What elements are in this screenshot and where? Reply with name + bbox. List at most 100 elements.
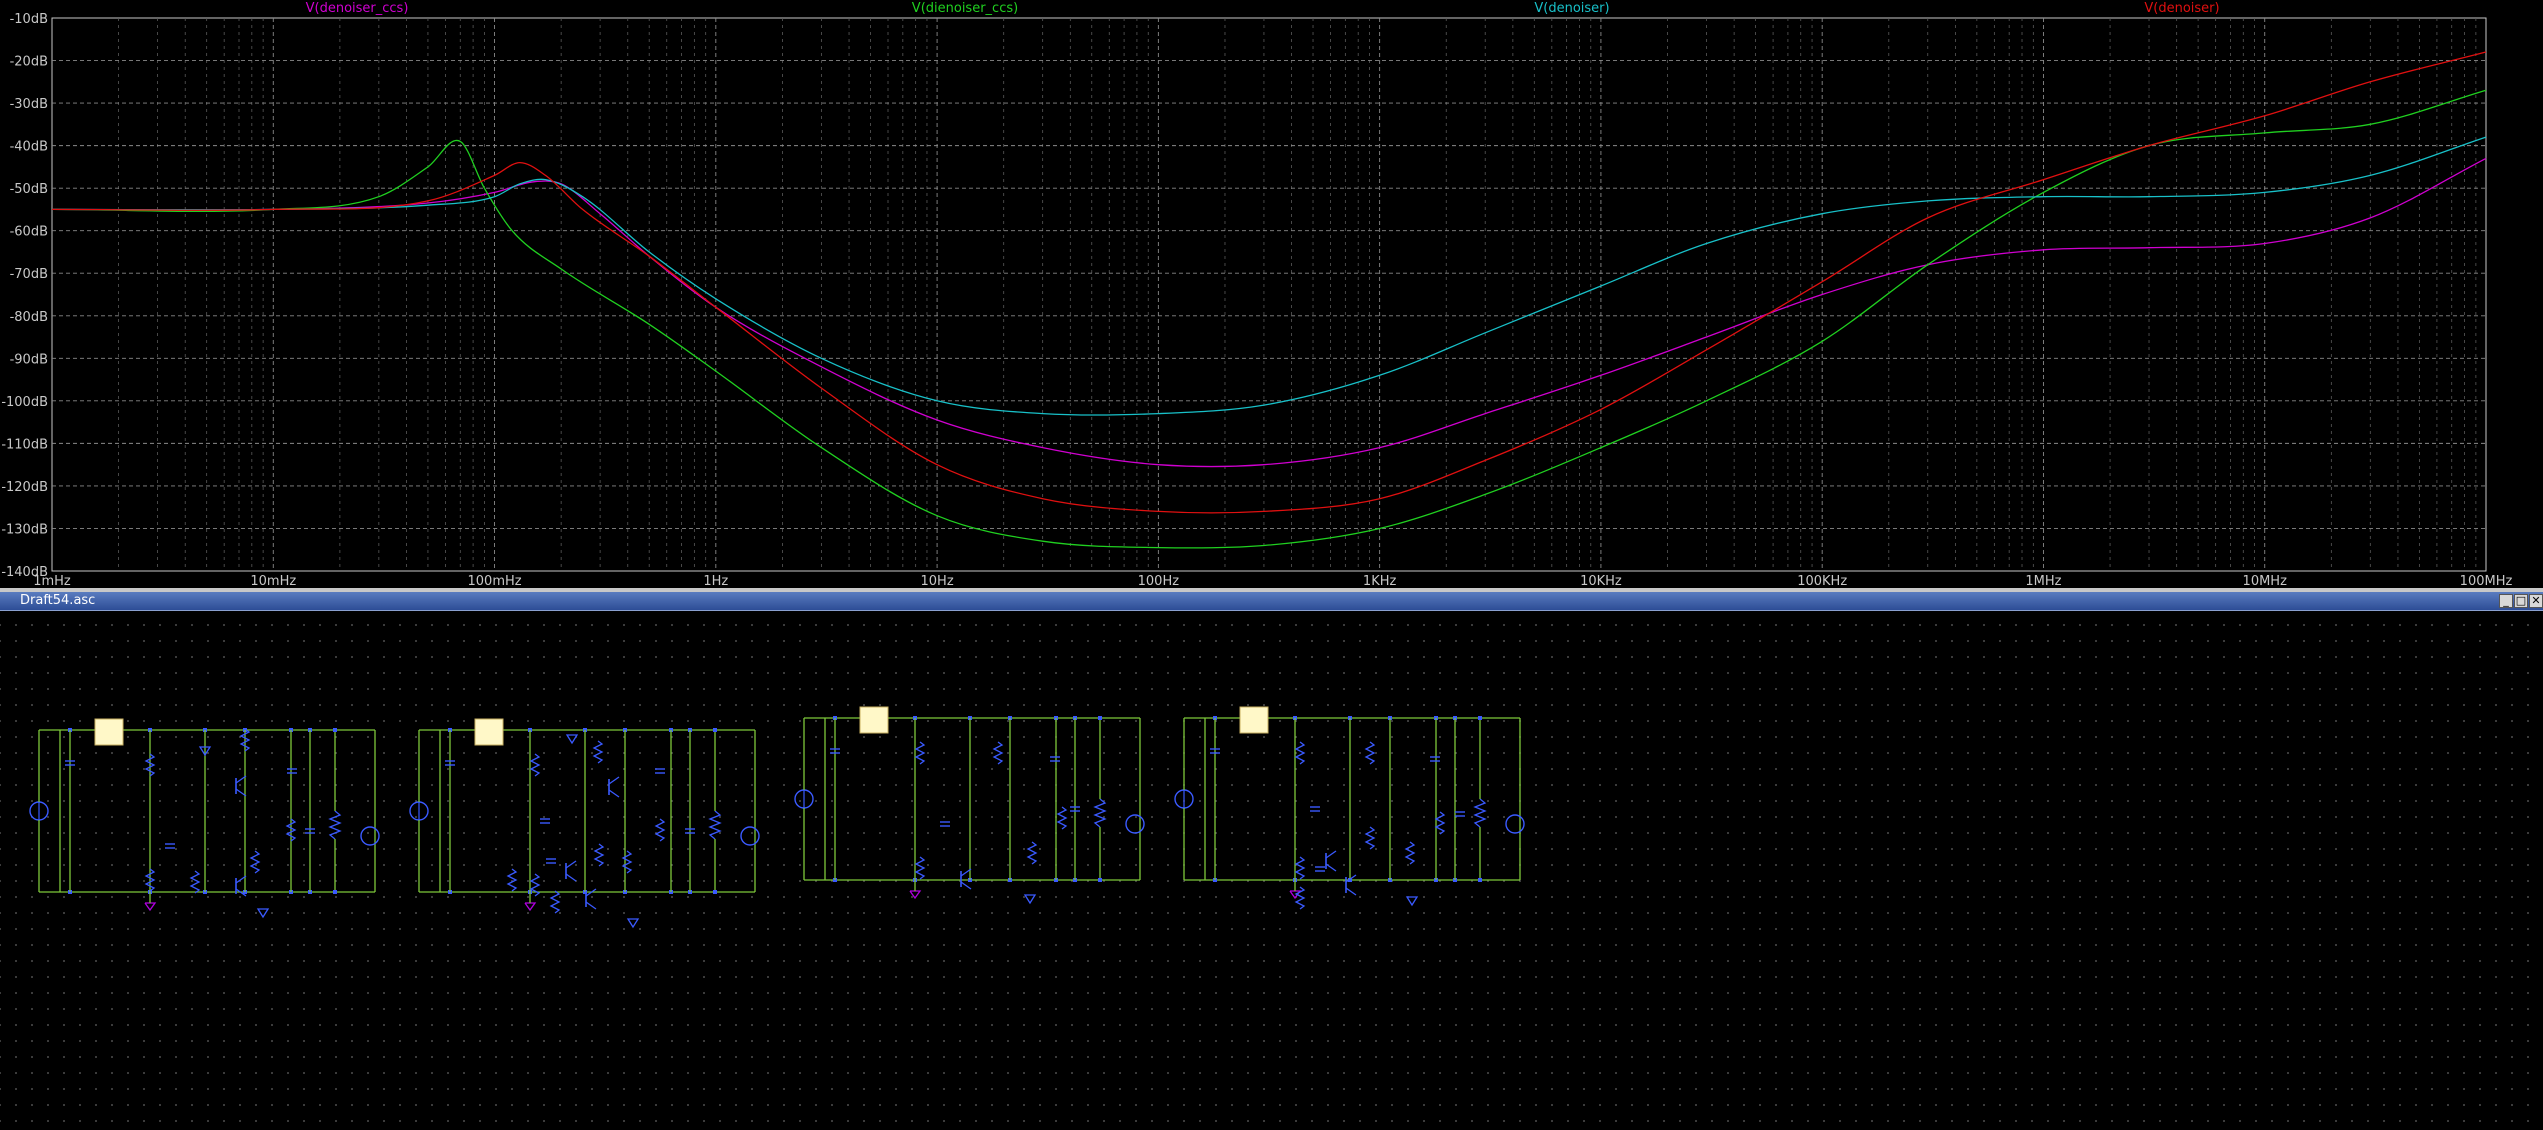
regulator-block <box>859 706 889 734</box>
y-tick-label: -110dB <box>1 437 48 452</box>
diode-symbol <box>1405 896 1419 907</box>
close-button[interactable]: ✕ <box>2529 594 2543 608</box>
x-tick-label: 1MHz <box>2025 574 2061 588</box>
resistor-symbol <box>529 753 541 777</box>
junction <box>713 728 717 732</box>
transistor-symbol <box>960 881 972 890</box>
resistor-symbol <box>1294 741 1306 765</box>
transistor-symbol <box>565 873 577 882</box>
circuit-4 <box>1174 706 1525 910</box>
x-tick-label: 10MHz <box>2243 574 2288 588</box>
legend-entry: V(denoiser) <box>1534 1 1609 16</box>
y-tick-label: -60dB <box>10 225 48 240</box>
schematic-window[interactable]: Draft54.asc _ □ ✕ <box>0 592 2543 1126</box>
current-source-symbol <box>360 826 380 846</box>
y-tick-label: -50dB <box>10 182 48 197</box>
x-tick-label: 100KHz <box>1797 574 1847 588</box>
resistor-symbol <box>621 850 633 874</box>
junction <box>1478 716 1482 720</box>
maximize-button[interactable]: □ <box>2514 594 2528 608</box>
y-tick-label: -130dB <box>1 522 48 537</box>
resistor-symbol <box>1093 798 1107 828</box>
resistor-symbol <box>249 850 261 874</box>
transistor-symbol <box>1345 887 1357 896</box>
y-tick-label: -90dB <box>10 352 48 367</box>
x-tick-label: 10KHz <box>1580 574 1622 588</box>
circuit-2 <box>409 718 760 929</box>
x-tick-label: 100MHz <box>2460 574 2513 588</box>
x-tick-label: 100Hz <box>1138 574 1180 588</box>
plot-frame <box>51 17 2487 572</box>
resistor-symbol <box>1056 806 1068 830</box>
bode-plot[interactable]: 1mHz 10mHz 100mHz 1Hz 10Hz 100Hz 1KHz 10KHz 100K… <box>0 0 2543 588</box>
x-tick-label: 10Hz <box>921 574 954 588</box>
x-tick-label: 10mHz <box>250 574 296 588</box>
resistor-symbol <box>654 818 666 842</box>
ground-symbol <box>524 902 537 912</box>
regulator-block <box>1239 706 1269 734</box>
ground-symbol <box>909 890 922 900</box>
junction <box>1478 878 1482 882</box>
minimize-button[interactable]: _ <box>2499 594 2513 608</box>
y-tick-label: -100dB <box>1 395 48 410</box>
resistor-symbol <box>506 868 518 892</box>
current-source-symbol <box>1125 814 1145 834</box>
schematic-titlebar[interactable]: Draft54.asc _ □ ✕ <box>0 592 2543 611</box>
current-source-symbol <box>740 826 760 846</box>
transistor-symbol <box>608 789 620 798</box>
current-source-symbol <box>1505 814 1525 834</box>
junction <box>1098 878 1102 882</box>
resistor-symbol <box>708 810 722 840</box>
schematic-drawing[interactable] <box>0 611 2543 1126</box>
circuit-1 <box>29 718 380 919</box>
diode-symbol <box>626 918 640 929</box>
y-tick-label: -20dB <box>10 55 48 70</box>
junction <box>333 890 337 894</box>
legend-entry: V(denoiser_ccs) <box>306 1 409 16</box>
resistor-symbol <box>1434 811 1446 835</box>
transistor-symbol <box>585 901 597 910</box>
transistor-symbol <box>608 776 620 785</box>
x-tick-label: 100mHz <box>468 574 522 588</box>
regulator-block <box>94 718 124 746</box>
y-tick-label: -70dB <box>10 267 48 282</box>
resistor-symbol <box>1026 841 1038 865</box>
resistor-symbol <box>529 873 541 897</box>
transistor-symbol <box>1325 863 1337 872</box>
transistor-symbol <box>1325 850 1337 859</box>
schematic-canvas[interactable] <box>0 611 2543 1126</box>
transistor-symbol <box>565 860 577 869</box>
resistor-symbol <box>1364 826 1376 850</box>
resistor-symbol <box>1364 741 1376 765</box>
waveform-plot-pane[interactable]: 1mHz 10mHz 100mHz 1Hz 10Hz 100Hz 1KHz 10KHz 100K… <box>0 0 2543 588</box>
y-tick-label: -10dB <box>10 12 48 27</box>
resistor-symbol <box>592 740 604 764</box>
diode-symbol <box>565 734 579 745</box>
resistor-symbol <box>914 741 926 765</box>
diode-symbol <box>256 908 270 919</box>
resistor-symbol <box>992 741 1004 765</box>
resistor-symbol <box>1294 886 1306 910</box>
y-tick-label: -30dB <box>10 97 48 112</box>
resistor-symbol <box>1473 798 1487 828</box>
diode-symbol <box>1023 894 1037 905</box>
y-tick-label: -40dB <box>10 140 48 155</box>
x-tick-label: 1Hz <box>703 574 728 588</box>
legend-entry: V(dienoiser_ccs) <box>912 1 1018 16</box>
resistor-symbol <box>328 810 342 840</box>
regulator-block <box>474 718 504 746</box>
junction <box>333 728 337 732</box>
resistor-symbol <box>189 870 201 894</box>
circuit-3 <box>794 706 1145 905</box>
x-tick-label: 1KHz <box>1363 574 1397 588</box>
resistor-symbol <box>1404 841 1416 865</box>
ground-symbol <box>144 902 157 912</box>
junction <box>713 890 717 894</box>
y-tick-label: -120dB <box>1 480 48 495</box>
resistor-symbol <box>549 890 561 914</box>
junction <box>1098 716 1102 720</box>
legend-entry: V(denoiser) <box>2144 1 2219 16</box>
resistor-symbol <box>593 843 605 867</box>
resistor-symbol <box>1294 856 1306 880</box>
y-tick-label: -140dB <box>1 565 48 580</box>
